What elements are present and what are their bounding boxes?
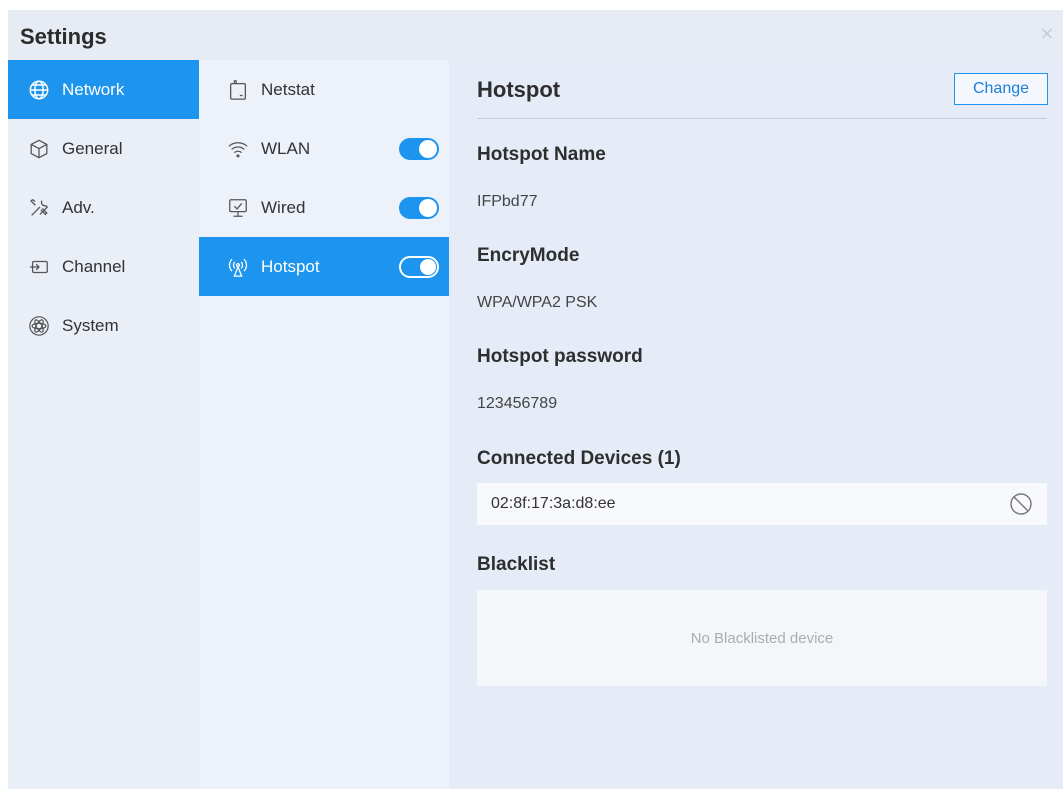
toggle-knob <box>419 199 437 217</box>
hotspot-name-label: Hotspot Name <box>477 144 606 165</box>
hotspot-panel: Hotspot Change Hotspot Name IFPbd77 Encr… <box>449 60 1063 789</box>
page-title: Hotspot <box>477 77 561 102</box>
title-bar: Settings × <box>8 10 1063 60</box>
sidebar-item-label: Network <box>62 79 125 99</box>
primary-sidebar: Network General Adv. Channel System <box>8 60 199 789</box>
sidebar-item-channel[interactable]: Channel <box>8 237 199 296</box>
sidebar-item-netstat[interactable]: Netstat <box>199 60 449 119</box>
encry-mode-label: EncryMode <box>477 245 580 266</box>
sidebar-item-network[interactable]: Network <box>8 60 199 119</box>
sidebar-item-label: Adv. <box>62 197 95 217</box>
globe-icon <box>28 79 50 101</box>
hotspot-antenna-icon <box>227 256 249 278</box>
connected-devices-label: Connected Devices (1) <box>477 448 681 469</box>
blacklist-empty-state: No Blacklisted device <box>477 590 1047 686</box>
input-channel-icon <box>28 256 50 278</box>
hotspot-password-label: Hotspot password <box>477 346 643 367</box>
encry-mode-value: WPA/WPA2 PSK <box>477 294 598 311</box>
sidebar-item-label: Wired <box>261 197 306 217</box>
sidebar-item-label: Channel <box>62 256 126 276</box>
sidebar-item-hotspot[interactable]: Hotspot <box>199 237 449 296</box>
wlan-toggle[interactable] <box>399 138 439 160</box>
monitor-ethernet-icon <box>227 197 249 219</box>
hotspot-toggle[interactable] <box>399 256 439 278</box>
block-icon[interactable] <box>1009 492 1033 516</box>
wired-toggle[interactable] <box>399 197 439 219</box>
cube-icon <box>28 138 50 160</box>
list-item: 02:8f:17:3a:d8:ee <box>477 483 1047 525</box>
wifi-icon <box>227 138 249 160</box>
sidebar-item-wlan[interactable]: WLAN <box>199 119 449 178</box>
sidebar-item-label: System <box>62 315 119 335</box>
sidebar-item-general[interactable]: General <box>8 119 199 178</box>
sidebar-item-system[interactable]: System <box>8 296 199 355</box>
settings-window: Settings × Network General Adv. Channel … <box>8 10 1063 789</box>
blacklist-empty-text: No Blacklisted device <box>690 629 834 647</box>
netstat-icon <box>227 79 249 101</box>
hotspot-name-value: IFPbd77 <box>477 193 538 210</box>
device-mac-address: 02:8f:17:3a:d8:ee <box>491 495 616 512</box>
hotspot-password-value: 123456789 <box>477 395 558 412</box>
close-button[interactable]: × <box>1037 23 1057 45</box>
divider <box>477 118 1047 119</box>
sidebar-item-label: Hotspot <box>261 256 320 276</box>
toggle-knob <box>420 259 436 275</box>
toggle-knob <box>419 140 437 158</box>
tools-icon <box>28 197 50 219</box>
sidebar-item-label: WLAN <box>261 138 311 158</box>
sidebar-item-wired[interactable]: Wired <box>199 178 449 237</box>
sidebar-item-label: General <box>62 138 123 158</box>
secondary-sidebar: Netstat WLAN Wired Hotspot <box>199 60 449 789</box>
window-title: Settings <box>20 24 107 49</box>
atom-icon <box>28 315 50 337</box>
sidebar-item-label: Netstat <box>261 79 315 99</box>
blacklist-label: Blacklist <box>477 554 556 575</box>
change-button[interactable]: Change <box>954 73 1048 105</box>
sidebar-item-adv[interactable]: Adv. <box>8 178 199 237</box>
